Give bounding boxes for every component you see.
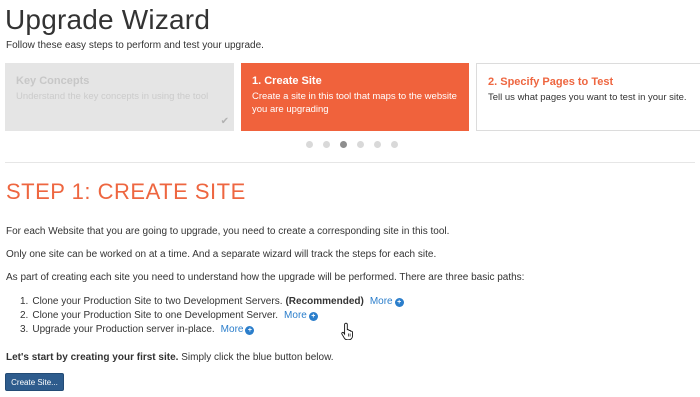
list-item: 1. Clone your Production Site to two Dev… [20,295,404,309]
recommended-label: (Recommended) [285,296,364,307]
intro-paragraph: As part of creating each site you need t… [6,272,525,283]
step-card-description: Tell us what pages you want to test in y… [488,92,687,103]
cta-text: Let's start by creating your first site.… [6,352,334,363]
path-text: Clone your Production Site to one Develo… [32,310,279,321]
path-text: Upgrade your Production server in-place. [32,324,215,335]
list-item: 2. Clone your Production Site to one Dev… [20,309,404,323]
create-site-button[interactable]: Create Site... [5,373,64,391]
step-card-description: Understand the key concepts in using the… [16,91,209,102]
path-text: Clone your Production Site to two Develo… [32,296,283,307]
carousel-dot[interactable] [357,141,364,148]
section-divider [5,162,695,163]
carousel-dot[interactable] [323,141,330,148]
step-card-title: Key Concepts [16,75,90,87]
plus-circle-icon: + [394,297,404,307]
step-heading: STEP 1: CREATE SITE [6,179,246,204]
cta-rest-text: Simply click the blue button below. [178,352,334,363]
carousel-dot[interactable] [374,141,381,148]
more-link-label: More [284,310,307,321]
step-card-key-concepts[interactable]: Key Concepts Understand the key concepts… [5,63,234,131]
intro-paragraph: Only one site can be worked on at a time… [6,249,437,260]
more-link-label: More [220,324,244,335]
upgrade-wizard-page: Upgrade Wizard Follow these easy steps t… [0,0,700,397]
carousel-dot-active[interactable] [340,141,347,148]
more-link-label: More [369,296,393,307]
page-title: Upgrade Wizard [5,4,211,35]
step-card-title: 2. Specify Pages to Test [488,76,614,88]
carousel-dot[interactable] [391,141,398,148]
plus-circle-icon: + [308,311,318,321]
path-number: 1. [20,296,29,307]
carousel-dots [306,141,398,148]
more-link[interactable]: More + [284,309,318,323]
path-number: 3. [20,324,29,335]
cta-bold-text: Let's start by creating your first site. [6,352,179,363]
more-link[interactable]: More + [370,295,404,309]
step-card-title: 1. Create Site [252,75,322,87]
step-card-create-site[interactable]: 1. Create Site Create a site in this too… [241,63,469,131]
more-link[interactable]: More + [221,323,255,337]
page-subtitle: Follow these easy steps to perform and t… [6,40,264,51]
step-card-specify-pages[interactable]: 2. Specify Pages to Test Tell us what pa… [476,63,700,131]
step-card-description: Create a site in this tool that maps to … [252,91,457,115]
check-icon: ✔ [220,116,229,127]
plus-circle-icon: + [245,325,255,335]
path-number: 2. [20,310,29,321]
intro-paragraph: For each Website that you are going to u… [6,226,450,237]
hand-pointer-icon [341,322,353,340]
carousel-dot[interactable] [306,141,313,148]
